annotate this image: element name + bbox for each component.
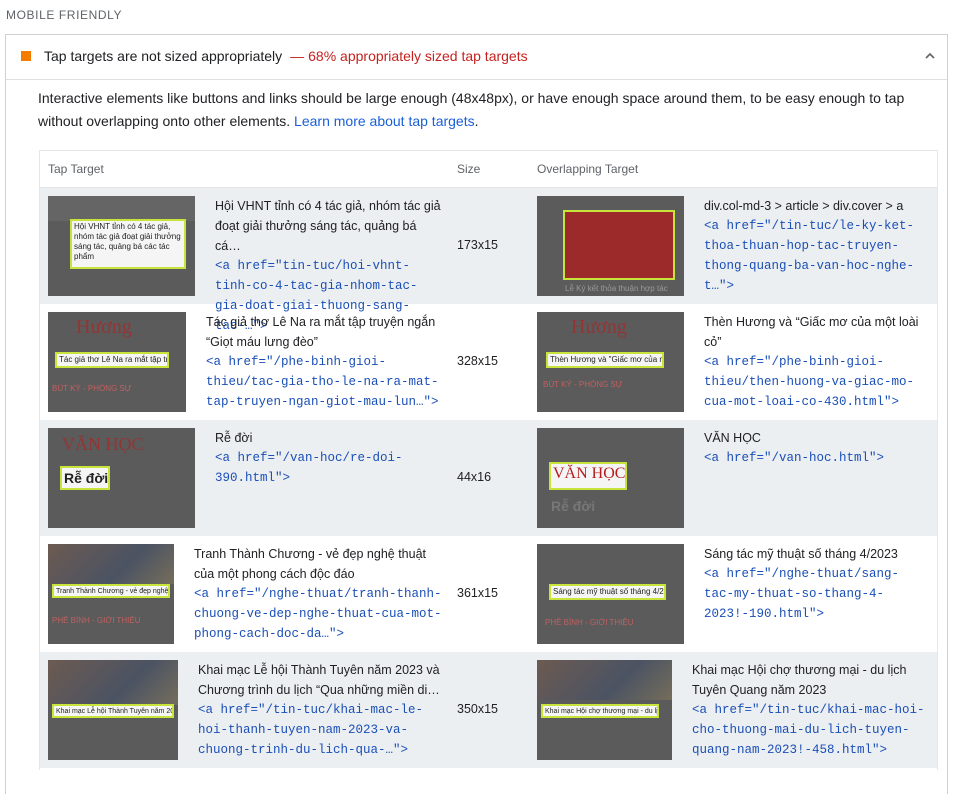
overlap-label: div.col-md-3 > article > div.cover > a: [704, 199, 904, 213]
overlap-code: <a href="/nghe-thuat/sang-tac-my-thuat-s…: [704, 567, 900, 621]
thumbnail-highlight: Sáng tác mỹ thuật số tháng 4/2023: [549, 584, 666, 600]
table-row: Khai mạc Lễ hội Thành Tuyên năm 2023 Kha…: [40, 652, 937, 768]
overlap-thumbnail: Khai mạc Hội chợ thương mại - du lịch Tu…: [537, 660, 672, 760]
target-label: Tranh Thành Chương - vẻ đẹp nghệ thuật c…: [194, 547, 426, 581]
overlap-cell: Thèn Hương và “Giấc mơ của một loài cỏ” …: [704, 312, 926, 412]
thumbnail-highlight: Khai mạc Lễ hội Thành Tuyên năm 2023: [52, 704, 174, 718]
thumbnail-highlight: Rễ đời: [60, 466, 110, 490]
audit-dash: —: [290, 48, 305, 64]
overlap-label: Thèn Hương và “Giấc mơ của một loài cỏ”: [704, 315, 919, 349]
audit-title-text: Tap targets are not sized appropriately: [44, 48, 283, 64]
overlap-code: <a href="/tin-tuc/khai-mac-hoi-cho-thuon…: [692, 703, 925, 757]
thumbnail-logo-text: Hương: [571, 316, 627, 338]
size-value: 361x15: [457, 586, 499, 600]
audit-description: Interactive elements like buttons and li…: [38, 87, 918, 133]
thumbnail-caption: Rễ đời: [551, 498, 596, 514]
target-thumbnail: Hội VHNT tỉnh có 4 tác giả, nhóm tác giả…: [48, 196, 195, 296]
thumbnail-category: BÚT KÝ - PHÓNG SỰ: [52, 384, 132, 393]
learn-more-link[interactable]: Learn more about tap targets: [294, 113, 475, 129]
thumbnail-section-text: VĂN HỌC: [62, 434, 144, 454]
overlap-cell: Khai mạc Hội chợ thương mại - du lịch Tu…: [692, 660, 926, 760]
size-value: 350x15: [457, 702, 499, 716]
overlap-cell: div.col-md-3 > article > div.cover > a <…: [704, 196, 926, 296]
table-row: Tranh Thành Chương - vẻ đẹp nghệ thuật c…: [40, 536, 937, 652]
header-size: Size: [457, 162, 481, 176]
size-value: 44x16: [457, 470, 492, 484]
thumbnail-highlight: Hội VHNT tỉnh có 4 tác giả, nhóm tác giả…: [70, 219, 186, 269]
overlap-thumbnail: Lễ Ký kết thỏa thuận hợp tác: [537, 196, 684, 296]
overlap-label: Sáng tác mỹ thuật số tháng 4/2023: [704, 547, 898, 561]
target-cell: Tác giả thơ Lê Na ra mắt tập truyện ngắn…: [206, 312, 441, 412]
target-cell: Rễ đời <a href="/van-hoc/re-doi-390.html…: [215, 428, 445, 488]
chevron-up-icon[interactable]: [923, 49, 937, 63]
overlap-label: Khai mạc Hội chợ thương mại - du lịch Tu…: [692, 663, 907, 697]
target-cell: Khai mạc Lễ hội Thành Tuyên năm 2023 và …: [198, 660, 446, 760]
audit-header[interactable]: Tap targets are not sized appropriately —…: [6, 35, 947, 80]
thumbnail-highlight: Tác giả thơ Lê Na ra mắt tập truyện ngắn…: [55, 352, 169, 368]
target-label: Tác giả thơ Lê Na ra mắt tập truyện ngắn…: [206, 315, 436, 349]
thumbnail-category: PHÊ BÌNH - GIỚI THIỆU: [52, 616, 141, 625]
warning-square-icon: [21, 51, 31, 61]
table-row: Hội VHNT tỉnh có 4 tác giả, nhóm tác giả…: [40, 188, 937, 333]
thumbnail-category: PHÊ BÌNH - GIỚI THIỆU: [545, 618, 634, 627]
thumbnail-highlight: Khai mạc Hội chợ thương mại - du lịch Tu…: [541, 704, 659, 718]
tap-targets-audit: Tap targets are not sized appropriately —…: [5, 34, 948, 794]
audit-title: Tap targets are not sized appropriately —…: [44, 48, 528, 64]
table-header: Tap Target Size Overlapping Target: [40, 151, 937, 188]
target-label: Hội VHNT tỉnh có 4 tác giả, nhóm tác giả…: [215, 199, 441, 253]
thumbnail-category: BÚT KÝ - PHÓNG SỰ: [543, 380, 623, 389]
overlap-thumbnail: VĂN HỌC Rễ đời: [537, 428, 684, 528]
overlap-cell: VĂN HỌC <a href="/van-hoc.html">: [704, 428, 926, 468]
header-overlapping-target: Overlapping Target: [537, 162, 639, 176]
target-thumbnail: Hương Tác giả thơ Lê Na ra mắt tập truyệ…: [48, 312, 186, 412]
target-thumbnail: Khai mạc Lễ hội Thành Tuyên năm 2023: [48, 660, 178, 760]
thumbnail-caption: Lễ Ký kết thỏa thuận hợp tác: [565, 284, 668, 293]
audit-display-value: 68% appropriately sized tap targets: [308, 48, 528, 64]
thumbnail-logo-text: Hương: [76, 316, 132, 338]
description-period: .: [474, 113, 479, 129]
target-code: <a href="/phe-binh-gioi-thieu/tac-gia-th…: [206, 355, 439, 409]
table-row: Hương Tác giả thơ Lê Na ra mắt tập truyệ…: [40, 304, 937, 420]
target-thumbnail: VĂN HỌC Rễ đời: [48, 428, 195, 528]
overlap-thumbnail: Sáng tác mỹ thuật số tháng 4/2023 PHÊ BÌ…: [537, 544, 684, 644]
size-value: 328x15: [457, 354, 499, 368]
size-value: 173x15: [457, 238, 499, 252]
thumbnail-highlight: Thèn Hương và "Giấc mơ của một loài cỏ": [546, 352, 664, 368]
header-tap-target: Tap Target: [48, 162, 104, 176]
tap-targets-table: Tap Target Size Overlapping Target Hội V…: [39, 150, 938, 770]
target-thumbnail: Tranh Thành Chương - vẻ đẹp nghệ thuật c…: [48, 544, 174, 644]
thumbnail-highlight: VĂN HỌC: [549, 462, 627, 490]
overlap-label: VĂN HỌC: [704, 431, 761, 445]
overlap-code: <a href="/phe-binh-gioi-thieu/then-huong…: [704, 355, 915, 409]
overlap-code: <a href="/van-hoc.html">: [704, 451, 885, 465]
target-code: <a href="/van-hoc/re-doi-390.html">: [215, 451, 403, 485]
thumbnail-highlight: Tranh Thành Chương - vẻ đẹp nghệ thuật c…: [52, 584, 170, 598]
overlap-thumbnail: Hương Thèn Hương và "Giấc mơ của một loà…: [537, 312, 684, 412]
table-row: VĂN HỌC Rễ đời Rễ đời <a href="/van-hoc/…: [40, 420, 937, 536]
target-label: Rễ đời: [215, 431, 253, 445]
target-code: <a href="/nghe-thuat/tranh-thanh-chuong-…: [194, 587, 442, 641]
overlap-code: <a href="/tin-tuc/le-ky-ket-thoa-thuan-h…: [704, 219, 915, 293]
section-title: MOBILE FRIENDLY: [6, 8, 123, 22]
target-code: <a href="/tin-tuc/khai-mac-le-hoi-thanh-…: [198, 703, 424, 757]
overlap-cell: Sáng tác mỹ thuật số tháng 4/2023 <a hre…: [704, 544, 926, 624]
target-cell: Tranh Thành Chương - vẻ đẹp nghệ thuật c…: [194, 544, 446, 644]
thumbnail-highlight-photo: [563, 210, 675, 280]
target-label: Khai mạc Lễ hội Thành Tuyên năm 2023 và …: [198, 663, 440, 697]
